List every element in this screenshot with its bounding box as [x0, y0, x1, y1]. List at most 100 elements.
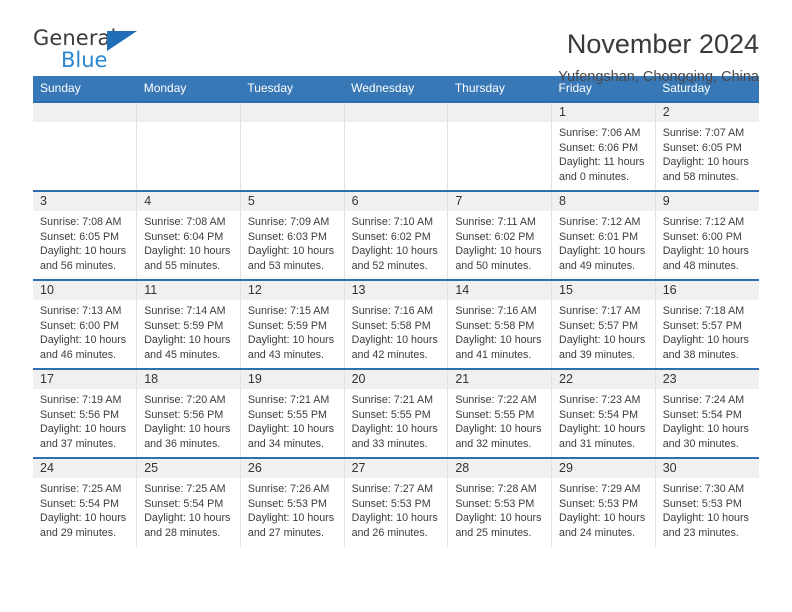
day-details: Sunrise: 7:18 AM Sunset: 5:57 PM Dayligh…: [656, 300, 759, 362]
sunset-text: Sunset: 6:05 PM: [662, 141, 742, 154]
day-number: 11: [137, 281, 240, 300]
sunrise-text: Sunrise: 7:15 AM: [247, 305, 330, 317]
daylight-text-line1: Daylight: 10 hours: [144, 423, 231, 436]
calendar-day-cell[interactable]: 11 Sunrise: 7:14 AM Sunset: 5:59 PM Dayl…: [136, 279, 241, 369]
calendar-day-cell[interactable]: 10 Sunrise: 7:13 AM Sunset: 6:00 PM Dayl…: [33, 279, 138, 369]
sunset-text: Sunset: 5:53 PM: [559, 497, 639, 510]
sunset-text: Sunset: 6:00 PM: [662, 230, 742, 243]
calendar-day-cell[interactable]: 21 Sunrise: 7:22 AM Sunset: 5:55 PM Dayl…: [447, 368, 553, 458]
calendar-day-cell[interactable]: 28 Sunrise: 7:28 AM Sunset: 5:53 PM Dayl…: [447, 457, 553, 547]
calendar-day-cell[interactable]: [33, 101, 138, 191]
day-number: 26: [240, 459, 344, 478]
calendar-day-cell[interactable]: 8 Sunrise: 7:12 AM Sunset: 6:01 PM Dayli…: [551, 190, 656, 280]
day-details: Sunrise: 7:30 AM Sunset: 5:53 PM Dayligh…: [656, 478, 759, 540]
page-title: November 2024: [566, 29, 759, 59]
sunset-text: Sunset: 6:06 PM: [559, 141, 639, 154]
sunset-text: Sunset: 5:58 PM: [455, 319, 535, 332]
calendar-day-cell[interactable]: 3 Sunrise: 7:08 AM Sunset: 6:05 PM Dayli…: [33, 190, 138, 280]
daylight-text-line2: and 52 minutes.: [351, 259, 428, 272]
daylight-text-line2: and 42 minutes.: [351, 348, 428, 361]
sunset-text: Sunset: 5:54 PM: [40, 497, 120, 510]
daylight-text-line2: and 36 minutes.: [144, 437, 221, 450]
daylight-text-line1: Daylight: 10 hours: [40, 334, 127, 347]
daylight-text-line2: and 30 minutes.: [662, 437, 739, 450]
calendar-day-cell[interactable]: 23 Sunrise: 7:24 AM Sunset: 5:54 PM Dayl…: [655, 368, 759, 458]
daylight-text-line1: Daylight: 10 hours: [40, 245, 127, 258]
sunrise-text: Sunrise: 7:21 AM: [247, 394, 330, 406]
sunrise-text: Sunrise: 7:21 AM: [351, 394, 433, 406]
day-details: Sunrise: 7:19 AM Sunset: 5:56 PM Dayligh…: [33, 389, 136, 451]
daylight-text-line1: Daylight: 10 hours: [455, 512, 542, 525]
general-blue-logo[interactable]: General Blue: [33, 28, 148, 74]
day-details: Sunrise: 7:20 AM Sunset: 5:56 PM Dayligh…: [137, 389, 240, 451]
title-block: November 2024 Yufengshan, Chongqing, Chi…: [558, 28, 759, 84]
sunset-text: Sunset: 5:53 PM: [351, 497, 431, 510]
daylight-text-line2: and 41 minutes.: [455, 348, 532, 361]
daylight-text-line2: and 37 minutes.: [40, 437, 117, 450]
calendar-day-cell[interactable]: 24 Sunrise: 7:25 AM Sunset: 5:54 PM Dayl…: [33, 457, 138, 547]
sunrise-text: Sunrise: 7:24 AM: [662, 394, 745, 406]
calendar-day-cell[interactable]: 22 Sunrise: 7:23 AM Sunset: 5:54 PM Dayl…: [551, 368, 656, 458]
calendar-page: General Blue November 2024 Yufengshan, C…: [0, 0, 792, 612]
calendar-day-cell[interactable]: 27 Sunrise: 7:27 AM Sunset: 5:53 PM Dayl…: [344, 457, 449, 547]
calendar-day-cell[interactable]: 25 Sunrise: 7:25 AM Sunset: 5:54 PM Dayl…: [136, 457, 241, 547]
calendar-day-cell[interactable]: [447, 101, 553, 191]
day-details: [241, 122, 344, 126]
sunset-text: Sunset: 6:03 PM: [247, 230, 327, 243]
sunrise-text: Sunrise: 7:17 AM: [559, 305, 641, 317]
calendar-day-cell[interactable]: 26 Sunrise: 7:26 AM Sunset: 5:53 PM Dayl…: [240, 457, 345, 547]
day-details: Sunrise: 7:16 AM Sunset: 5:58 PM Dayligh…: [345, 300, 448, 362]
day-details: Sunrise: 7:07 AM Sunset: 6:05 PM Dayligh…: [656, 122, 759, 184]
calendar-day-cell[interactable]: 17 Sunrise: 7:19 AM Sunset: 5:56 PM Dayl…: [33, 368, 138, 458]
day-number: 25: [137, 459, 240, 478]
calendar-day-cell[interactable]: 13 Sunrise: 7:16 AM Sunset: 5:58 PM Dayl…: [344, 279, 449, 369]
sunrise-text: Sunrise: 7:08 AM: [40, 216, 122, 228]
calendar-day-cell[interactable]: 15 Sunrise: 7:17 AM Sunset: 5:57 PM Dayl…: [551, 279, 656, 369]
calendar-day-cell[interactable]: [344, 101, 449, 191]
sunset-text: Sunset: 5:53 PM: [662, 497, 742, 510]
day-number: 7: [448, 192, 552, 211]
daylight-text-line2: and 46 minutes.: [40, 348, 117, 361]
sunset-text: Sunset: 5:53 PM: [247, 497, 327, 510]
day-details: Sunrise: 7:28 AM Sunset: 5:53 PM Dayligh…: [448, 478, 551, 540]
calendar-day-cell[interactable]: 7 Sunrise: 7:11 AM Sunset: 6:02 PM Dayli…: [447, 190, 553, 280]
calendar-day-cell[interactable]: 29 Sunrise: 7:29 AM Sunset: 5:53 PM Dayl…: [551, 457, 656, 547]
daylight-text-line2: and 29 minutes.: [40, 526, 117, 539]
sunset-text: Sunset: 5:54 PM: [559, 408, 639, 421]
calendar-day-cell[interactable]: 16 Sunrise: 7:18 AM Sunset: 5:57 PM Dayl…: [655, 279, 759, 369]
calendar-day-cell[interactable]: 1 Sunrise: 7:06 AM Sunset: 6:06 PM Dayli…: [551, 101, 656, 191]
logo-triangle-icon: [107, 31, 137, 51]
calendar-day-cell[interactable]: 2 Sunrise: 7:07 AM Sunset: 6:05 PM Dayli…: [655, 101, 759, 191]
daylight-text-line2: and 31 minutes.: [559, 437, 636, 450]
day-number: [137, 103, 240, 122]
day-number: 20: [344, 370, 448, 389]
calendar-day-cell[interactable]: 6 Sunrise: 7:10 AM Sunset: 6:02 PM Dayli…: [344, 190, 449, 280]
sunrise-text: Sunrise: 7:09 AM: [247, 216, 330, 228]
calendar-day-cell[interactable]: 20 Sunrise: 7:21 AM Sunset: 5:55 PM Dayl…: [344, 368, 449, 458]
calendar-day-cell[interactable]: [240, 101, 345, 191]
daylight-text-line1: Daylight: 10 hours: [662, 334, 749, 347]
calendar-week-row: 3 Sunrise: 7:08 AM Sunset: 6:05 PM Dayli…: [33, 190, 759, 280]
calendar-day-cell[interactable]: 18 Sunrise: 7:20 AM Sunset: 5:56 PM Dayl…: [136, 368, 241, 458]
daylight-text-line1: Daylight: 10 hours: [559, 245, 646, 258]
daylight-text-line2: and 53 minutes.: [247, 259, 324, 272]
day-number: 13: [344, 281, 448, 300]
daylight-text-line1: Daylight: 11 hours: [559, 156, 645, 169]
calendar-day-cell[interactable]: [136, 101, 241, 191]
calendar-day-cell[interactable]: 9 Sunrise: 7:12 AM Sunset: 6:00 PM Dayli…: [655, 190, 759, 280]
calendar-day-cell[interactable]: 30 Sunrise: 7:30 AM Sunset: 5:53 PM Dayl…: [655, 457, 759, 547]
sunrise-text: Sunrise: 7:14 AM: [144, 305, 226, 317]
sunrise-text: Sunrise: 7:25 AM: [40, 483, 122, 495]
daylight-text-line1: Daylight: 10 hours: [351, 512, 438, 525]
calendar-day-cell[interactable]: 4 Sunrise: 7:08 AM Sunset: 6:04 PM Dayli…: [136, 190, 241, 280]
calendar-day-cell[interactable]: 14 Sunrise: 7:16 AM Sunset: 5:58 PM Dayl…: [447, 279, 553, 369]
calendar-day-cell[interactable]: 5 Sunrise: 7:09 AM Sunset: 6:03 PM Dayli…: [240, 190, 345, 280]
calendar-grid: Sunday Monday Tuesday Wednesday Thursday…: [33, 76, 759, 547]
daylight-text-line1: Daylight: 10 hours: [144, 334, 231, 347]
calendar-day-cell[interactable]: 12 Sunrise: 7:15 AM Sunset: 5:59 PM Dayl…: [240, 279, 345, 369]
day-details: Sunrise: 7:15 AM Sunset: 5:59 PM Dayligh…: [241, 300, 344, 362]
calendar-body: 1 Sunrise: 7:06 AM Sunset: 6:06 PM Dayli…: [33, 101, 759, 547]
daylight-text-line2: and 38 minutes.: [662, 348, 739, 361]
daylight-text-line2: and 24 minutes.: [559, 526, 636, 539]
calendar-day-cell[interactable]: 19 Sunrise: 7:21 AM Sunset: 5:55 PM Dayl…: [240, 368, 345, 458]
